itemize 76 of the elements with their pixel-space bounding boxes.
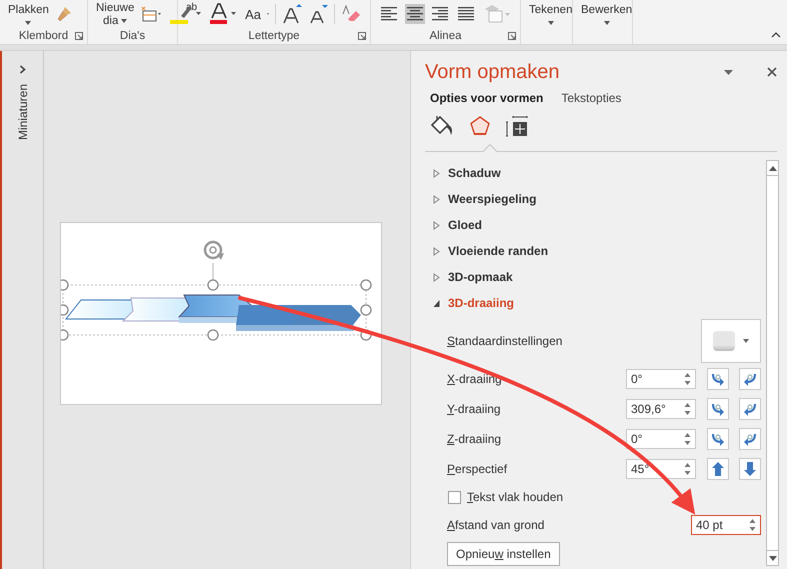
group-label: Dia's — [120, 30, 146, 42]
size-position-icon — [505, 115, 529, 137]
perspective-up-button[interactable] — [707, 458, 729, 480]
new-slide-button[interactable]: Nieuwe dia — [96, 2, 134, 26]
bevel-preview-icon — [713, 331, 735, 351]
section-header[interactable]: Vloeiende randen — [433, 238, 766, 264]
section-header[interactable]: Gloed — [433, 212, 766, 238]
setting-label: X-draaiing — [447, 372, 503, 386]
layout-icon[interactable] — [140, 5, 162, 23]
collapse-ribbon-icon[interactable] — [771, 32, 781, 38]
rotate-handle-icon[interactable] — [204, 240, 224, 260]
reset-button[interactable]: Opnieuw instellen — [447, 542, 560, 566]
caret-icon — [25, 20, 32, 24]
caret-icon — [743, 339, 749, 343]
thumbnails-label[interactable]: Miniaturen — [16, 84, 30, 140]
spin-field[interactable]: 0° — [626, 429, 696, 449]
shrink-font-icon[interactable] — [308, 3, 328, 25]
setting-label: Afstand van grond — [447, 518, 546, 532]
spin-field[interactable]: 45° — [626, 459, 696, 479]
spin-field[interactable]: 309,6° — [626, 399, 696, 419]
selection-frame-drawing[interactable] — [61, 262, 372, 341]
spinner-arrows-icon[interactable] — [749, 518, 756, 532]
expanded-triangle-icon — [433, 298, 440, 308]
grow-font-icon[interactable] — [282, 3, 302, 25]
pane-title: Vorm opmaken — [425, 60, 561, 84]
spinner-arrows-icon[interactable] — [684, 372, 691, 386]
setting-label: Z-draaiing — [447, 432, 502, 446]
pane-tab[interactable]: Opties voor vormen — [430, 91, 544, 109]
y-up-rotate-button[interactable] — [707, 398, 729, 420]
caret-icon — [121, 18, 128, 22]
checkbox-label[interactable]: Tekst vlak houden — [467, 490, 766, 504]
x-right-rotate-button[interactable] — [739, 368, 761, 390]
setting-label: Perspectief — [447, 462, 508, 476]
collapsed-triangle-icon — [433, 194, 440, 204]
setting-label: Standaardinstellingen — [447, 334, 564, 348]
edit-button[interactable]: Bewerken — [581, 4, 632, 24]
section-header[interactable]: Schaduw — [433, 160, 766, 186]
pane-options-caret-icon[interactable] — [724, 70, 733, 74]
group-label: Lettertype — [248, 30, 300, 42]
expand-chevron-icon[interactable] — [19, 65, 26, 74]
spinner-arrows-icon[interactable] — [684, 462, 691, 476]
scroll-up-icon[interactable] — [768, 166, 776, 170]
dialog-launcher-icon[interactable] — [508, 32, 516, 40]
z-left-rotate-button[interactable] — [707, 428, 729, 450]
group-label: Alinea — [430, 30, 462, 42]
section-header[interactable]: Weerspiegeling — [433, 186, 766, 212]
scroll-down-icon[interactable] — [768, 556, 776, 560]
y-down-rotate-button[interactable] — [739, 398, 761, 420]
setting-label: Y-draaiing — [447, 402, 502, 416]
dialog-launcher-icon[interactable] — [75, 32, 83, 40]
collapsed-triangle-icon — [433, 220, 440, 230]
align-button[interactable] — [404, 4, 424, 24]
draw-button[interactable]: Tekenen — [529, 4, 572, 24]
group-label: Klembord — [18, 30, 68, 42]
close-icon[interactable] — [767, 67, 777, 77]
scrollbar[interactable] — [766, 160, 779, 566]
z-right-rotate-button[interactable] — [739, 428, 761, 450]
collapsed-triangle-icon — [433, 272, 440, 282]
spinner-arrows-icon[interactable] — [684, 402, 691, 416]
section-header[interactable]: 3D-opmaak — [433, 264, 766, 290]
spinner-arrows-icon[interactable] — [684, 432, 691, 446]
checkbox[interactable] — [448, 490, 461, 504]
pentagon-icon — [469, 115, 491, 137]
chevron-diagram-drawing[interactable] — [64, 294, 361, 331]
section-header[interactable]: 3D-draaiing — [433, 290, 766, 316]
perspective-down-button[interactable] — [739, 458, 761, 480]
collapsed-triangle-icon — [433, 246, 440, 256]
collapsed-triangle-icon — [433, 168, 440, 178]
icon-tab[interactable] — [505, 115, 529, 137]
paste-button[interactable]: Plakken — [8, 4, 49, 24]
x-left-rotate-button[interactable] — [707, 368, 729, 390]
change-case-button[interactable]: Aa — [245, 6, 262, 22]
spin-field[interactable]: 0° — [626, 369, 696, 389]
pane-tab[interactable]: Tekstopties — [561, 91, 622, 109]
spin-field[interactable]: 40 pt — [691, 515, 761, 535]
dialog-launcher-icon[interactable] — [358, 32, 366, 40]
